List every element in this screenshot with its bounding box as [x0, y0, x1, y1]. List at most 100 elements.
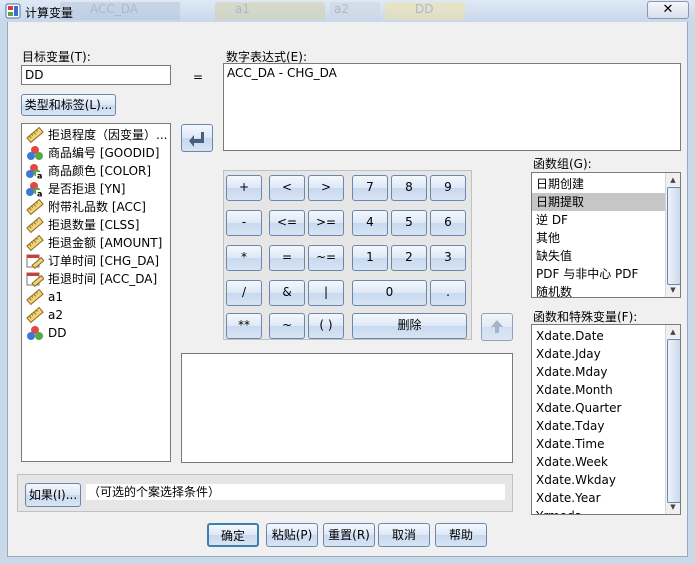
- scroll-down-arrow-icon[interactable]: ▼: [667, 284, 679, 296]
- key-less-than[interactable]: <: [269, 175, 305, 201]
- up-arrow-icon: [491, 320, 503, 333]
- key-0[interactable]: 0: [352, 280, 427, 306]
- variable-item[interactable]: 附带礼品数 [ACC]: [22, 198, 170, 216]
- variable-item[interactable]: a2: [22, 306, 170, 324]
- scroll-down-arrow-icon[interactable]: ▼: [667, 501, 679, 513]
- key-greater-equal[interactable]: >=: [308, 210, 344, 236]
- functions-list[interactable]: Xdate.Date Xdate.Jday Xdate.Mday Xdate.M…: [531, 324, 681, 515]
- background-tab: a1: [215, 2, 325, 20]
- scrollbar-thumb[interactable]: [667, 187, 680, 285]
- key-equal[interactable]: =: [269, 245, 305, 271]
- key-3[interactable]: 3: [430, 245, 466, 271]
- svg-text:a: a: [37, 172, 42, 180]
- variable-item[interactable]: a 商品颜色 [COLOR]: [22, 162, 170, 180]
- return-arrow-icon: [189, 132, 204, 147]
- variable-item[interactable]: a1: [22, 288, 170, 306]
- function-group-scrollbar[interactable]: ▲ ▼: [665, 173, 680, 297]
- equals-sign: =: [193, 70, 204, 84]
- variable-item[interactable]: 商品编号 [GOODID]: [22, 144, 170, 162]
- nominal-icon: [27, 326, 43, 340]
- key-and[interactable]: &: [269, 280, 305, 306]
- if-button[interactable]: 如果(I)...: [25, 483, 81, 507]
- key-8[interactable]: 8: [391, 175, 427, 201]
- function-group-item[interactable]: 其他: [532, 229, 680, 247]
- background-tab: a2: [330, 2, 380, 20]
- key-7[interactable]: 7: [352, 175, 388, 201]
- title-bar: ACC_DA a1 a2 DD: [0, 0, 695, 22]
- type-and-label-button[interactable]: 类型和标签(L)...: [21, 94, 116, 116]
- window-title: 计算变量: [25, 6, 74, 20]
- key-6[interactable]: 6: [430, 210, 466, 236]
- scrollbar-thumb[interactable]: [667, 339, 680, 503]
- ruler-icon: [26, 217, 44, 233]
- key-not[interactable]: ~: [269, 313, 305, 339]
- function-item[interactable]: Xdate.Wkday: [532, 471, 680, 489]
- function-item[interactable]: Xdate.Quarter: [532, 399, 680, 417]
- function-item[interactable]: Xdate.Date: [532, 327, 680, 345]
- variable-item[interactable]: 拒退金额 [AMOUNT]: [22, 234, 170, 252]
- key-power[interactable]: **: [226, 313, 262, 339]
- key-4[interactable]: 4: [352, 210, 388, 236]
- compute-app-icon: [5, 3, 21, 19]
- key-minus[interactable]: -: [226, 210, 262, 236]
- key-9[interactable]: 9: [430, 175, 466, 201]
- key-plus[interactable]: +: [226, 175, 262, 201]
- key-1[interactable]: 1: [352, 245, 388, 271]
- key-or[interactable]: |: [308, 280, 344, 306]
- key-multiply[interactable]: *: [226, 245, 262, 271]
- key-5[interactable]: 5: [391, 210, 427, 236]
- function-item[interactable]: Xdate.Month: [532, 381, 680, 399]
- function-group-item[interactable]: 随机数: [532, 283, 680, 297]
- function-item[interactable]: Xdate.Jday: [532, 345, 680, 363]
- function-group-label: 函数组(G):: [533, 157, 592, 171]
- target-variable-label: 目标变量(T):: [22, 50, 91, 64]
- ruler-icon: [26, 199, 44, 215]
- ok-button[interactable]: 确定: [207, 523, 259, 547]
- key-decimal[interactable]: .: [430, 280, 466, 306]
- function-item[interactable]: Xdate.Year: [532, 489, 680, 507]
- function-group-item[interactable]: 逆 DF: [532, 211, 680, 229]
- help-button[interactable]: 帮助: [435, 523, 487, 547]
- functions-scrollbar[interactable]: ▲ ▼: [665, 325, 680, 514]
- function-item[interactable]: Xdate.Time: [532, 435, 680, 453]
- variable-item[interactable]: 拒退时间 [ACC_DA]: [22, 270, 170, 288]
- function-item[interactable]: Yrmoda: [532, 507, 680, 514]
- function-group-list[interactable]: 日期创建 日期提取 逆 DF 其他 缺失值 PDF 与非中心 PDF 随机数 ▲…: [531, 172, 681, 298]
- move-function-up-button[interactable]: [481, 313, 513, 341]
- keypad-panel: + < > 7 8 9 - <= >= 4 5 6 * = ~= 1 2 3 /…: [223, 170, 472, 340]
- variable-list[interactable]: 拒退程度（因变量）... 商品编号 [GOODID] a 商品颜色 [COLOR…: [21, 123, 171, 462]
- cancel-button[interactable]: 取消: [378, 523, 430, 547]
- nominal-icon: [27, 146, 43, 160]
- ruler-icon: [26, 307, 44, 323]
- target-variable-input[interactable]: DD: [21, 65, 171, 85]
- nominal-string-icon: a: [26, 182, 44, 198]
- scroll-up-arrow-icon[interactable]: ▲: [667, 326, 679, 338]
- function-item[interactable]: Xdate.Tday: [532, 417, 680, 435]
- variable-item[interactable]: DD: [22, 324, 170, 342]
- move-to-expression-button[interactable]: [181, 124, 213, 152]
- function-group-item-selected[interactable]: 日期提取: [532, 193, 680, 211]
- key-greater-than[interactable]: >: [308, 175, 344, 201]
- svg-text:a: a: [37, 190, 42, 198]
- variable-item[interactable]: 拒退程度（因变量）...: [22, 126, 170, 144]
- variable-item[interactable]: 订单时间 [CHG_DA]: [22, 252, 170, 270]
- function-group-item[interactable]: 缺失值: [532, 247, 680, 265]
- function-item[interactable]: Xdate.Mday: [532, 363, 680, 381]
- variable-item[interactable]: a 是否拒退 [YN]: [22, 180, 170, 198]
- key-parentheses[interactable]: ( ): [308, 313, 344, 339]
- function-group-item[interactable]: PDF 与非中心 PDF: [532, 265, 680, 283]
- close-button[interactable]: ✕: [647, 1, 689, 19]
- key-less-equal[interactable]: <=: [269, 210, 305, 236]
- key-2[interactable]: 2: [391, 245, 427, 271]
- paste-button[interactable]: 粘贴(P): [266, 523, 318, 547]
- variable-item[interactable]: 拒退数量 [CLSS]: [22, 216, 170, 234]
- key-divide[interactable]: /: [226, 280, 262, 306]
- reset-button[interactable]: 重置(R): [323, 523, 375, 547]
- delete-button[interactable]: 删除: [352, 313, 467, 339]
- numeric-expression-input[interactable]: ACC_DA - CHG_DA: [223, 63, 681, 151]
- function-item[interactable]: Xdate.Week: [532, 453, 680, 471]
- scroll-up-arrow-icon[interactable]: ▲: [667, 174, 679, 186]
- ruler-icon: [26, 127, 44, 143]
- function-group-item[interactable]: 日期创建: [532, 175, 680, 193]
- key-not-equal[interactable]: ~=: [308, 245, 344, 271]
